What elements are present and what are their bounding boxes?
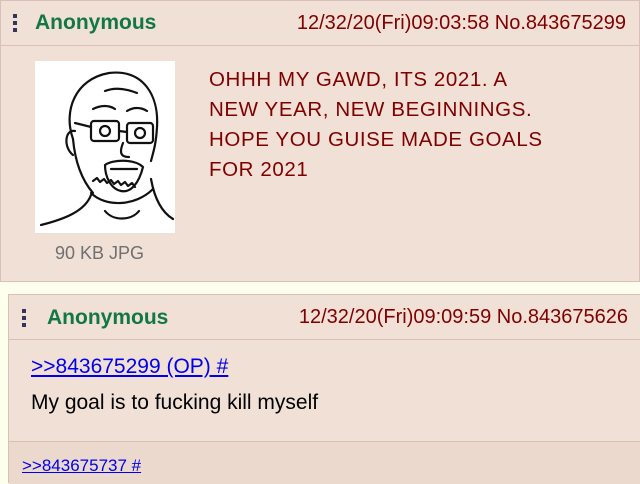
backlink[interactable]: >>843675737 #	[22, 456, 141, 476]
op-body-line: OHHH MY GAWD, ITS 2021. A	[209, 68, 508, 91]
op-body-line: FOR 2021	[209, 158, 309, 181]
op-post-body: OHHH MY GAWD, ITS 2021. A NEW YEAR, NEW …	[209, 65, 619, 185]
quote-link-op[interactable]: >>843675299 (OP) #	[31, 355, 228, 379]
post-datetime-number[interactable]: 12/32/20(Fri)09:09:59 No.843675626	[299, 306, 628, 329]
vertical-dots-icon[interactable]	[13, 14, 17, 34]
backlinks-bar: >>843675737 #	[9, 441, 640, 484]
op-body-line: NEW YEAR, NEW BEGINNINGS.	[209, 98, 533, 121]
post-header: Anonymous 12/32/20(Fri)09:03:58 No.84367…	[1, 1, 639, 46]
wojak-drawing	[39, 71, 175, 227]
post-header: Anonymous 12/32/20(Fri)09:09:59 No.84367…	[9, 295, 640, 340]
reply-post-body: My goal is to fucking kill myself	[31, 391, 319, 414]
vertical-dots-icon[interactable]	[22, 309, 26, 329]
post-datetime-number[interactable]: 12/32/20(Fri)09:03:58 No.843675299	[297, 12, 626, 35]
poster-name: Anonymous	[35, 11, 157, 34]
file-info[interactable]: 90 KB JPG	[55, 243, 144, 264]
op-body-line: HOPE YOU GUISE MADE GOALS	[209, 128, 543, 151]
reply-post: Anonymous 12/32/20(Fri)09:09:59 No.84367…	[8, 294, 640, 484]
poster-name: Anonymous	[47, 306, 169, 329]
post-thumbnail-image[interactable]	[35, 61, 175, 233]
op-post: Anonymous 12/32/20(Fri)09:03:58 No.84367…	[0, 0, 640, 282]
